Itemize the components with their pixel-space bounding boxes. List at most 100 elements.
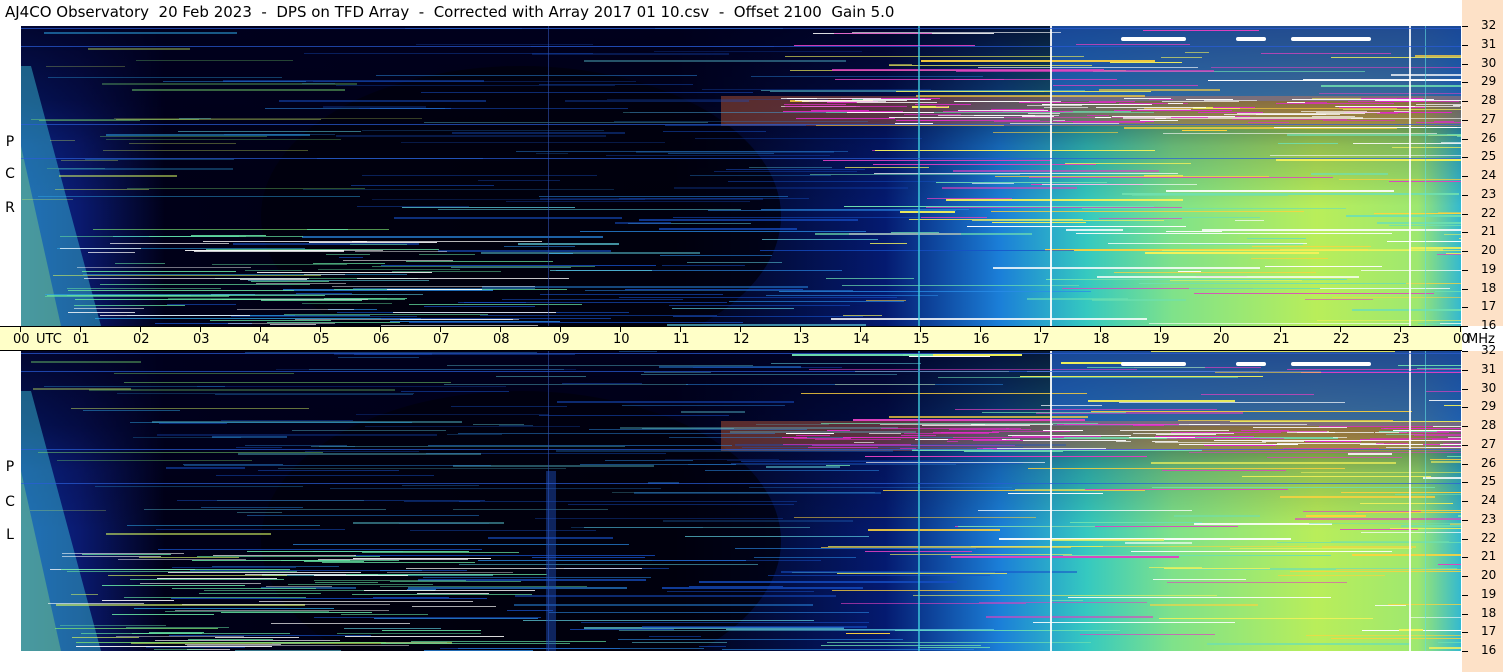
freq-tick [1462,388,1468,390]
freq-tick [1462,307,1468,309]
rcp-frequency-axis: 16 17 18 19 20 21 22 23 24 25 26 27 28 29 30 31 32 [1462,0,1503,332]
lcp-letter-l: L [6,527,14,543]
rcp-letter-r: R [5,200,15,216]
time-tick-label: 18 [1093,332,1110,347]
freq-tick [1462,632,1468,634]
rcp-letter-c: C [5,166,15,182]
time-tick-label: 03 [193,332,210,347]
freq-tick [1462,576,1468,577]
freq-tick-label: 26 [1481,130,1497,145]
freq-tick [1462,213,1468,215]
time-tick-label: 15 [913,332,930,347]
freq-tick-label: 17 [1481,299,1497,314]
time-tick-label: 19 [1153,332,1170,347]
freq-tick [1462,232,1468,234]
freq-tick [1462,407,1468,409]
lcp-letter-p: P [5,459,15,475]
time-tick-label: 20 [1213,332,1230,347]
freq-tick [1462,63,1468,65]
time-tick-label: 07 [433,332,450,347]
freq-tick [1462,463,1468,465]
freq-tick [1462,651,1468,652]
freq-tick [1462,519,1468,521]
freq-tick [1462,444,1468,446]
freq-tick-label: 28 [1481,418,1497,432]
time-tick-label: 13 [793,332,810,347]
freq-tick-label: 19 [1481,261,1497,276]
freq-tick [1462,288,1468,290]
utc-label: UTC [36,332,62,347]
freq-tick [1462,194,1468,196]
time-axis: UTC 00 01 02 03 04 05 06 07 08 09 10 11 12 13 14 15 16 17… [0,326,1495,351]
freq-tick [1462,82,1468,84]
time-tick-label: 16 [973,332,990,347]
freq-tick-label: 30 [1481,55,1497,70]
freq-tick-label: 17 [1481,624,1497,639]
freq-tick [1462,251,1468,252]
time-tick-label: 17 [1033,332,1050,347]
freq-tick [1462,326,1468,327]
freq-tick [1462,44,1468,46]
freq-tick-label: 31 [1481,36,1497,51]
lcp-label-strip: P C L [0,351,21,672]
time-tick-label: 11 [673,332,690,347]
freq-tick-label: 27 [1481,111,1497,126]
freq-tick [1462,119,1468,121]
freq-tick-label: 30 [1481,380,1497,395]
freq-tick-label: 23 [1481,511,1497,526]
freq-tick [1462,426,1468,427]
freq-tick-label: 22 [1481,205,1497,220]
freq-tick [1462,157,1468,159]
time-tick-label: 12 [733,332,750,347]
freq-tick-label: 29 [1481,74,1497,89]
time-tick-label: 01 [73,332,90,347]
freq-tick [1462,269,1468,271]
freq-tick-label: 16 [1481,318,1497,332]
time-tick-label: 04 [253,332,270,347]
time-tick-label: 08 [493,332,510,347]
freq-tick [1462,26,1468,27]
freq-tick [1462,594,1468,596]
freq-tick-label: 19 [1481,586,1497,601]
time-tick-label: 02 [133,332,150,347]
freq-tick [1462,482,1468,484]
rcp-spectrogram [21,26,1461,326]
freq-tick-label: 20 [1481,243,1497,257]
time-tick-label: 23 [1393,332,1410,347]
freq-tick-label: 18 [1481,280,1497,295]
freq-tick-label: 25 [1481,474,1497,489]
freq-tick-label: 22 [1481,530,1497,545]
rcp-letter-p: P [5,134,15,150]
freq-tick-label: 21 [1481,549,1497,564]
lcp-frequency-axis: 16 17 18 19 20 21 22 23 24 25 26 27 28 29 30 31 32 [1462,343,1503,672]
freq-tick [1462,138,1468,140]
lcp-letter-c: C [5,494,15,510]
freq-tick [1462,369,1468,371]
freq-tick-label: 32 [1481,343,1497,357]
freq-tick-label: 16 [1481,643,1497,657]
freq-tick [1462,176,1468,177]
time-tick-label: 00 [13,332,30,347]
freq-tick [1462,101,1468,102]
time-tick-label: 14 [853,332,870,347]
time-tick-label: 10 [613,332,630,347]
title-bar: AJ4CO Observatory 20 Feb 2023 - DPS on T… [0,0,1462,26]
freq-tick [1462,501,1468,502]
lcp-spectrogram [21,351,1461,651]
freq-tick-label: 21 [1481,224,1497,239]
freq-tick-label: 26 [1481,455,1497,470]
time-tick-label: 21 [1273,332,1290,347]
freq-tick-label: 31 [1481,361,1497,376]
freq-tick-label: 20 [1481,568,1497,582]
freq-tick-label: 18 [1481,605,1497,620]
freq-tick [1462,557,1468,559]
freq-tick-label: 28 [1481,93,1497,107]
freq-tick-label: 24 [1481,168,1497,182]
freq-tick [1462,613,1468,615]
freq-tick-label: 23 [1481,186,1497,201]
freq-tick-label: 25 [1481,149,1497,164]
freq-tick-label: 32 [1481,18,1497,32]
time-tick-label: 09 [553,332,570,347]
freq-tick [1462,538,1468,540]
rcp-label-strip: P C R [0,26,21,326]
